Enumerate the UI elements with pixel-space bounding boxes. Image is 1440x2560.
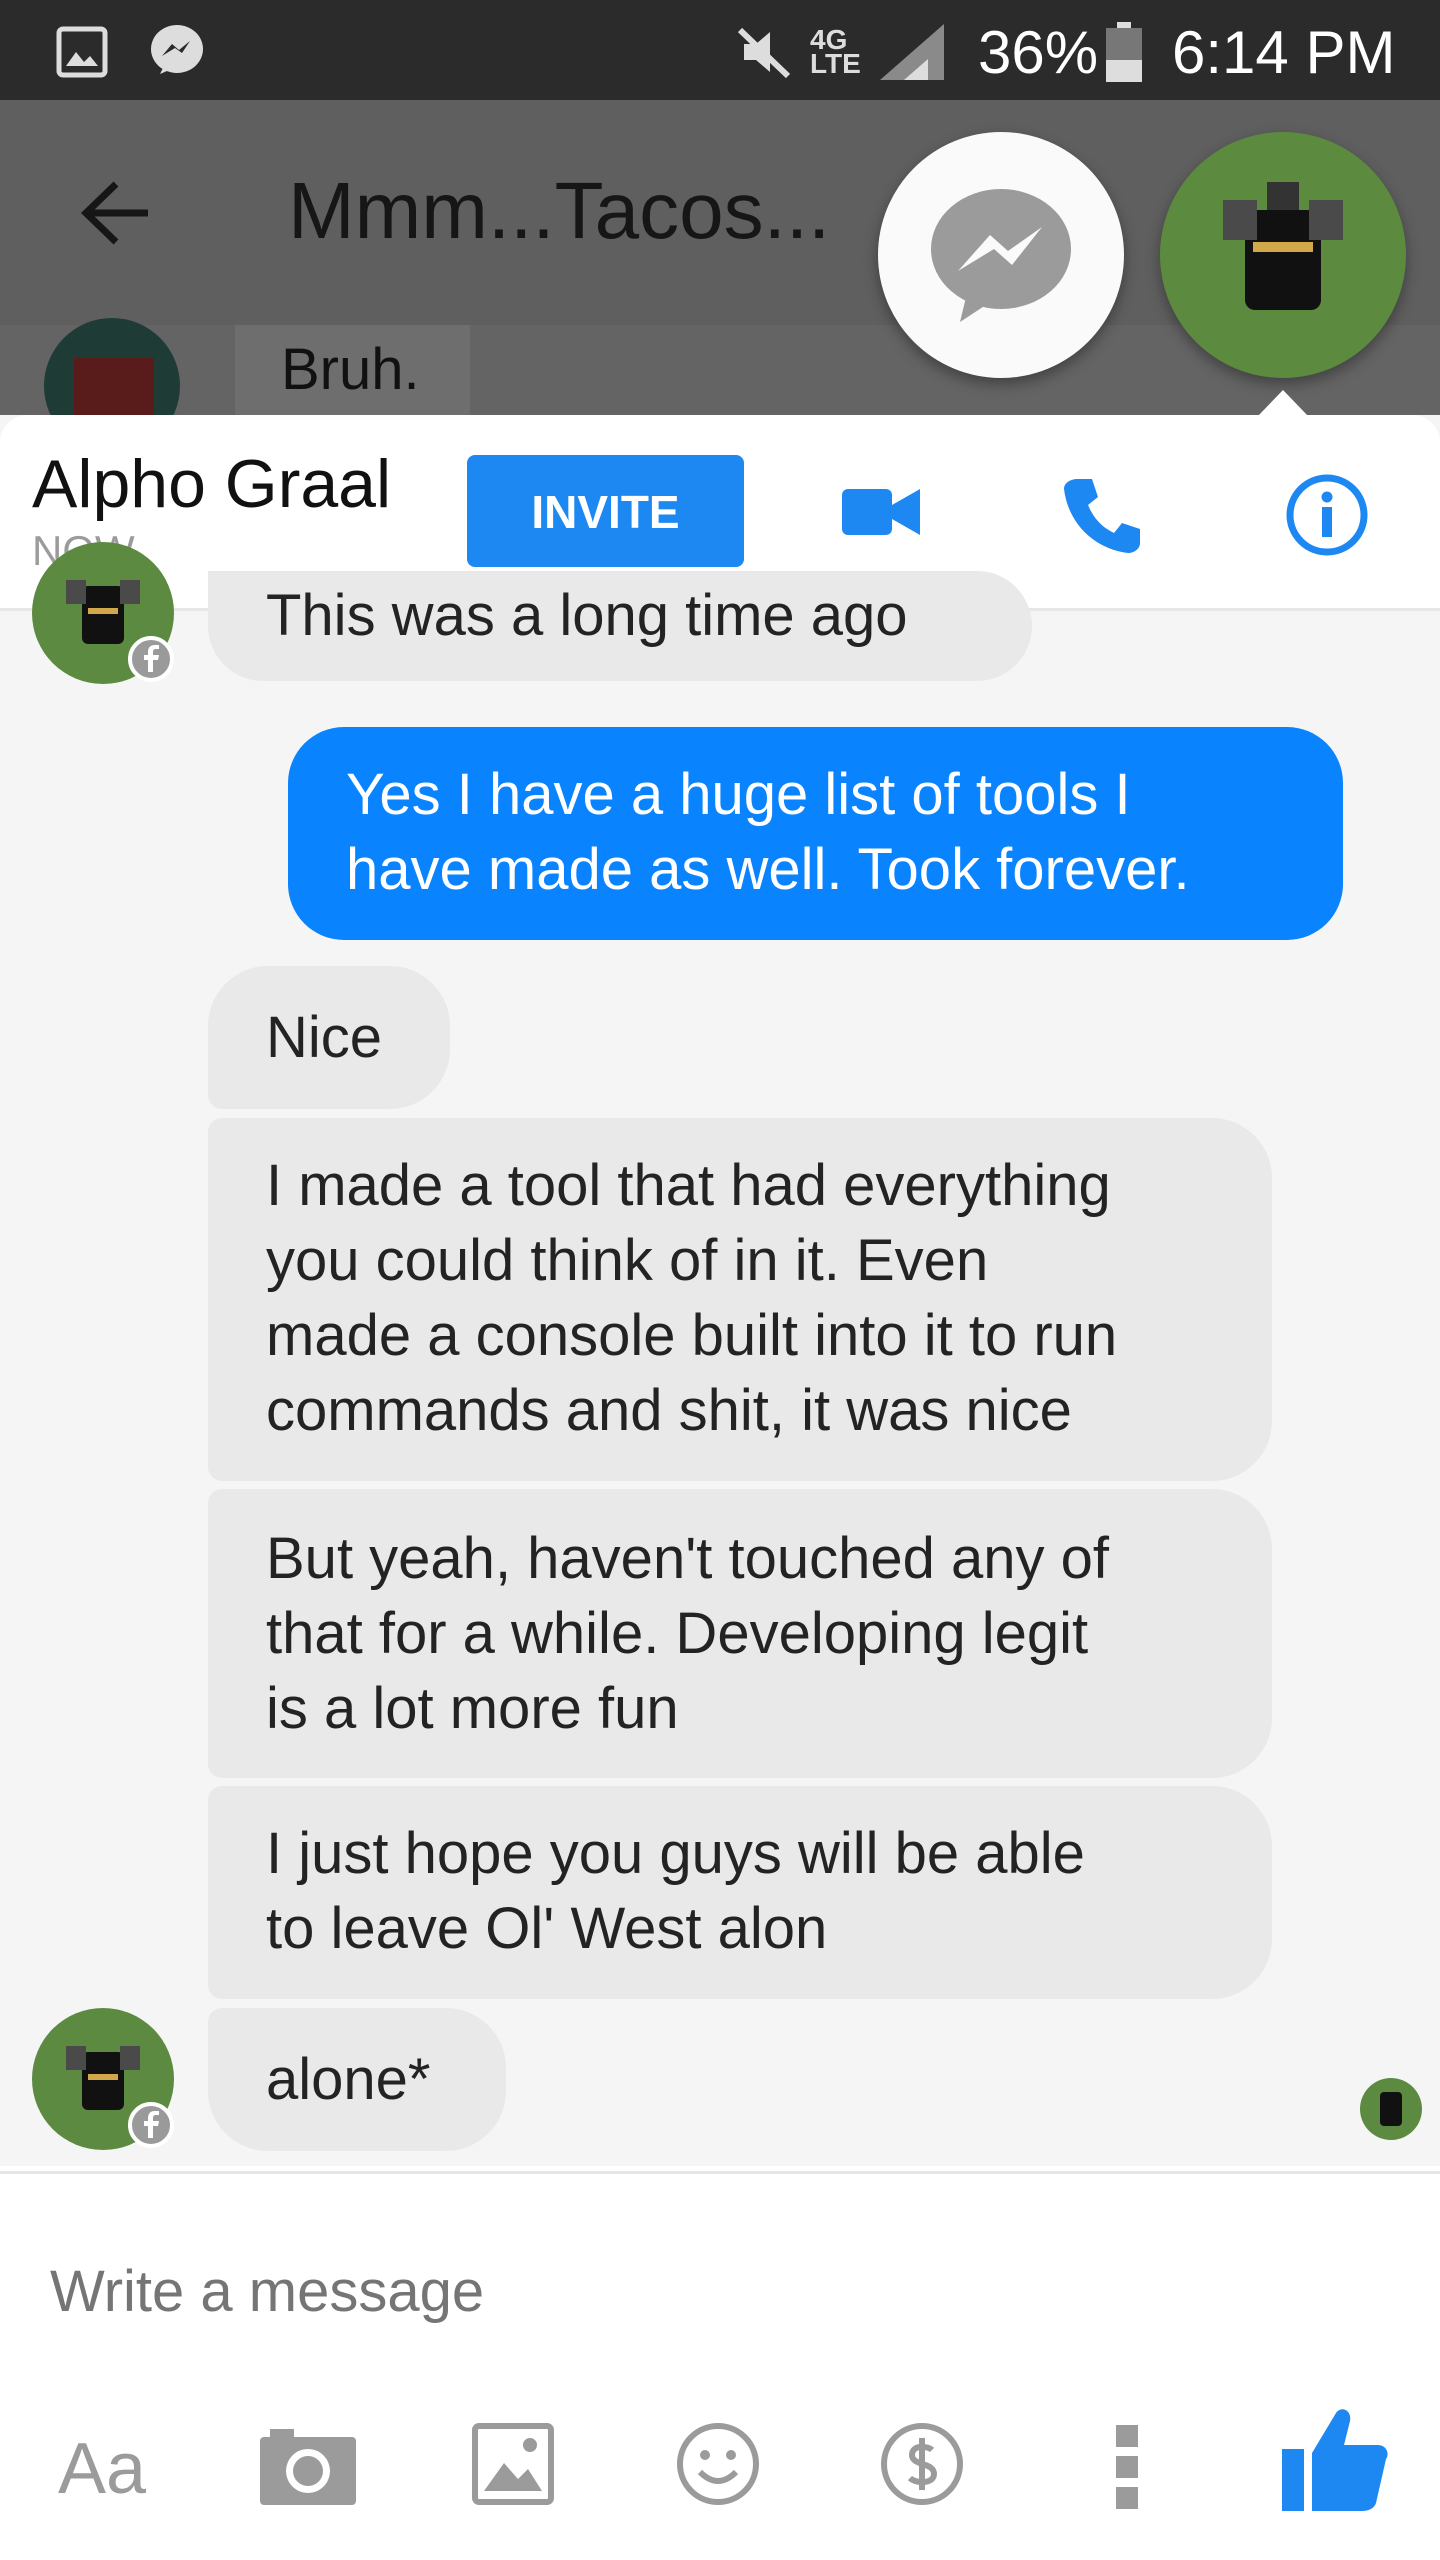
back-arrow-icon[interactable] — [80, 180, 150, 246]
emoji-icon[interactable] — [676, 2422, 760, 2506]
text-format-button[interactable]: Aa — [58, 2428, 146, 2510]
invite-button[interactable]: INVITE — [467, 455, 744, 567]
contact-avatar — [32, 2008, 174, 2150]
message-line: have made as well. Took forever. — [346, 837, 1190, 902]
message-line: I just hope you guys will be able — [266, 1821, 1085, 1886]
incoming-message[interactable]: I just hope you guys will be able to lea… — [208, 1786, 1272, 1999]
read-receipt-avatar — [1360, 2078, 1422, 2140]
contact-avatar-icon — [1223, 182, 1343, 310]
chat-head-panel: Alpho Graal NOW INVITE — [0, 415, 1440, 2560]
message-line: commands and shit, it was nice — [266, 1378, 1072, 1443]
background-thread-title: Mmm...Tacos... — [288, 166, 831, 255]
incoming-message[interactable]: But yeah, haven't touched any of that fo… — [208, 1489, 1272, 1778]
gallery-icon — [56, 26, 108, 78]
status-bar: 4G LTE 36% 6:14 PM — [0, 0, 1440, 100]
background-last-message: Bruh. — [235, 325, 470, 415]
phone-call-icon[interactable] — [1062, 475, 1142, 555]
more-options-icon[interactable] — [1114, 2425, 1140, 2509]
outgoing-message[interactable]: Yes I have a huge list of tools I have m… — [288, 727, 1343, 940]
message-list[interactable]: This was a long time ago Yes I have a hu… — [0, 542, 1440, 2166]
contact-avatar — [32, 542, 174, 684]
contact-name[interactable]: Alpho Graal — [32, 445, 391, 523]
message-line: is a lot more fun — [266, 1676, 679, 1741]
camera-icon[interactable] — [260, 2427, 356, 2505]
mute-icon — [737, 27, 791, 79]
clock: 6:14 PM — [1172, 19, 1396, 86]
battery-icon — [1106, 22, 1142, 82]
incoming-message[interactable]: alone* — [208, 2008, 506, 2151]
message-line: you could think of in it. Even — [266, 1228, 989, 1293]
message-line: I made a tool that had everything — [266, 1153, 1111, 1218]
facebook-badge-icon — [128, 2102, 174, 2148]
signal-icon — [880, 24, 944, 80]
message-line: that for a while. Developing legit — [266, 1601, 1089, 1666]
facebook-badge-icon — [128, 636, 174, 682]
messenger-chat-head[interactable] — [878, 132, 1124, 378]
messenger-logo-icon — [931, 189, 1071, 322]
message-line: made a console built into it to run — [266, 1303, 1118, 1368]
payment-icon[interactable] — [880, 2422, 964, 2506]
incoming-message[interactable]: Nice — [208, 966, 450, 1109]
incoming-message[interactable]: This was a long time ago — [208, 571, 1032, 681]
chat-head-pointer — [1258, 390, 1308, 416]
info-icon[interactable] — [1285, 473, 1369, 557]
message-input[interactable] — [48, 2235, 1392, 2347]
video-call-icon[interactable] — [842, 485, 920, 539]
contact-chat-head[interactable] — [1160, 132, 1406, 378]
message-line: to leave Ol' West alon — [266, 1896, 828, 1961]
message-line: Yes I have a huge list of tools I — [346, 762, 1131, 827]
incoming-message[interactable]: I made a tool that had everything you co… — [208, 1118, 1272, 1481]
battery-percent: 36% — [978, 19, 1099, 86]
messenger-icon — [151, 25, 203, 74]
gallery-icon[interactable] — [472, 2423, 554, 2505]
like-thumb-icon[interactable] — [1280, 2403, 1390, 2513]
network-type: 4G LTE — [810, 24, 861, 79]
message-line: But yeah, haven't touched any of — [266, 1526, 1110, 1591]
